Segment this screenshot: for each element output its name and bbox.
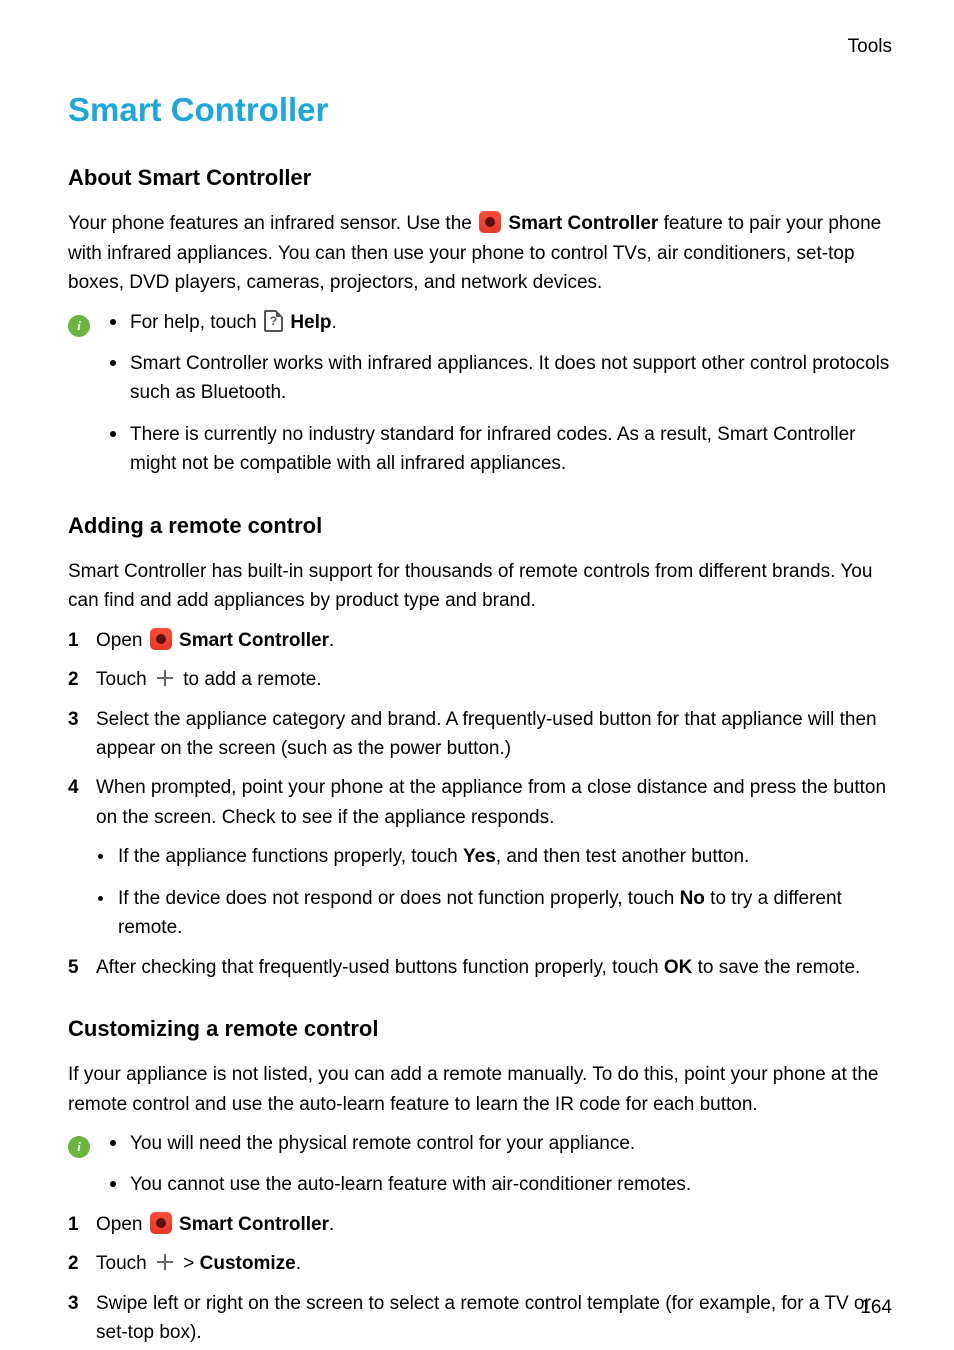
info-icon-wrapper: i <box>68 1129 108 1160</box>
adding-step4-b1b: Yes <box>463 846 496 867</box>
about-paragraph: Your phone features an infrared sensor. … <box>68 209 892 297</box>
adding-step2-b: to add a remote. <box>183 669 321 690</box>
page-title: Smart Controller <box>68 84 892 135</box>
adding-step4-b1a: If the appliance functions properly, tou… <box>118 846 463 867</box>
about-info-item-infrared: Smart Controller works with infrared app… <box>108 349 892 408</box>
customizing-step-1: 1 Open Smart Controller. <box>68 1210 892 1239</box>
step-number: 2 <box>68 1249 96 1278</box>
adding-step4-sublist: If the appliance functions properly, tou… <box>96 842 892 942</box>
step-number: 2 <box>68 665 96 694</box>
info-icon-wrapper: i <box>68 308 108 339</box>
step-number: 3 <box>68 705 96 734</box>
customizing-steps: 1 Open Smart Controller. 2 Touch > Custo… <box>68 1210 892 1348</box>
adding-step1-a: Open <box>96 630 148 651</box>
adding-step-2-body: Touch to add a remote. <box>96 665 892 694</box>
adding-steps: 1 Open Smart Controller. 2 Touch to add … <box>68 626 892 982</box>
adding-step-5: 5 After checking that frequently-used bu… <box>68 953 892 982</box>
adding-step5-b: OK <box>664 957 693 978</box>
adding-step2-a: Touch <box>96 669 152 690</box>
page-number: 164 <box>860 1293 892 1322</box>
customizing-info-list: You will need the physical remote contro… <box>108 1129 892 1200</box>
plus-icon <box>155 1252 175 1272</box>
customizing-step1-a: Open <box>96 1214 148 1235</box>
adding-intro: Smart Controller has built-in support fo… <box>68 557 892 616</box>
customizing-intro: If your appliance is not listed, you can… <box>68 1060 892 1119</box>
step-number: 4 <box>68 773 96 802</box>
info-icon: i <box>68 315 90 337</box>
adding-heading: Adding a remote control <box>68 509 892 543</box>
adding-step4-b2b: No <box>680 888 705 909</box>
help-icon: ? <box>264 310 283 332</box>
customizing-info-block: i You will need the physical remote cont… <box>68 1129 892 1200</box>
about-info-help-b: Help <box>290 312 331 333</box>
customizing-step-3-body: Swipe left or right on the screen to sel… <box>96 1289 892 1348</box>
about-info-item-help: For help, touch ? Help. <box>108 308 892 337</box>
about-info-content: For help, touch ? Help. Smart Controller… <box>108 308 892 479</box>
adding-step-4-body: When prompted, point your phone at the a… <box>96 773 892 942</box>
customizing-step-2: 2 Touch > Customize. <box>68 1249 892 1278</box>
adding-step-5-body: After checking that frequently-used butt… <box>96 953 892 982</box>
customizing-step2-b: > <box>183 1253 199 1274</box>
about-info-help-c: . <box>332 312 337 333</box>
smart-controller-icon <box>479 211 501 233</box>
adding-step-4: 4 When prompted, point your phone at the… <box>68 773 892 942</box>
about-info-help-a: For help, touch <box>130 312 262 333</box>
adding-step-3-body: Select the appliance category and brand.… <box>96 705 892 764</box>
step-number: 3 <box>68 1289 96 1318</box>
customizing-step2-c: Customize <box>200 1253 296 1274</box>
plus-icon <box>155 668 175 688</box>
adding-step-3: 3 Select the appliance category and bran… <box>68 705 892 764</box>
info-icon: i <box>68 1136 90 1158</box>
about-info-list: For help, touch ? Help. Smart Controller… <box>108 308 892 479</box>
smart-controller-icon <box>150 1212 172 1234</box>
customizing-info-content: You will need the physical remote contro… <box>108 1129 892 1200</box>
adding-step1-b: Smart Controller <box>179 630 329 651</box>
adding-step4-sub-no: If the device does not respond or does n… <box>96 884 892 943</box>
about-text-1b: Smart Controller <box>508 213 658 234</box>
step-number: 5 <box>68 953 96 982</box>
smart-controller-icon <box>150 628 172 650</box>
about-heading: About Smart Controller <box>68 161 892 195</box>
step-number: 1 <box>68 626 96 655</box>
adding-step1-c: . <box>329 630 334 651</box>
adding-step4-b2a: If the device does not respond or does n… <box>118 888 680 909</box>
about-info-item-standard: There is currently no industry standard … <box>108 420 892 479</box>
customizing-step2-a: Touch <box>96 1253 152 1274</box>
adding-step-1-body: Open Smart Controller. <box>96 626 892 655</box>
customizing-info-physical-remote: You will need the physical remote contro… <box>108 1129 892 1158</box>
adding-step5-a: After checking that frequently-used butt… <box>96 957 664 978</box>
adding-step4-b1c: , and then test another button. <box>496 846 750 867</box>
step-number: 1 <box>68 1210 96 1239</box>
customizing-heading: Customizing a remote control <box>68 1012 892 1046</box>
customizing-step-3: 3 Swipe left or right on the screen to s… <box>68 1289 892 1348</box>
adding-step4-sub-yes: If the appliance functions properly, tou… <box>96 842 892 871</box>
adding-step4-text: When prompted, point your phone at the a… <box>96 777 886 827</box>
customizing-step-2-body: Touch > Customize. <box>96 1249 892 1278</box>
customizing-step2-d: . <box>296 1253 301 1274</box>
about-info-block: i For help, touch ? Help. Smart Controll… <box>68 308 892 479</box>
customizing-step-1-body: Open Smart Controller. <box>96 1210 892 1239</box>
customizing-info-ac-remote: You cannot use the auto-learn feature wi… <box>108 1170 892 1199</box>
about-text-1a: Your phone features an infrared sensor. … <box>68 213 477 234</box>
customizing-step1-c: . <box>329 1214 334 1235</box>
customizing-step1-b: Smart Controller <box>179 1214 329 1235</box>
adding-step-2: 2 Touch to add a remote. <box>68 665 892 694</box>
adding-step-1: 1 Open Smart Controller. <box>68 626 892 655</box>
adding-step5-c: to save the remote. <box>692 957 860 978</box>
header-label: Tools <box>848 32 892 61</box>
